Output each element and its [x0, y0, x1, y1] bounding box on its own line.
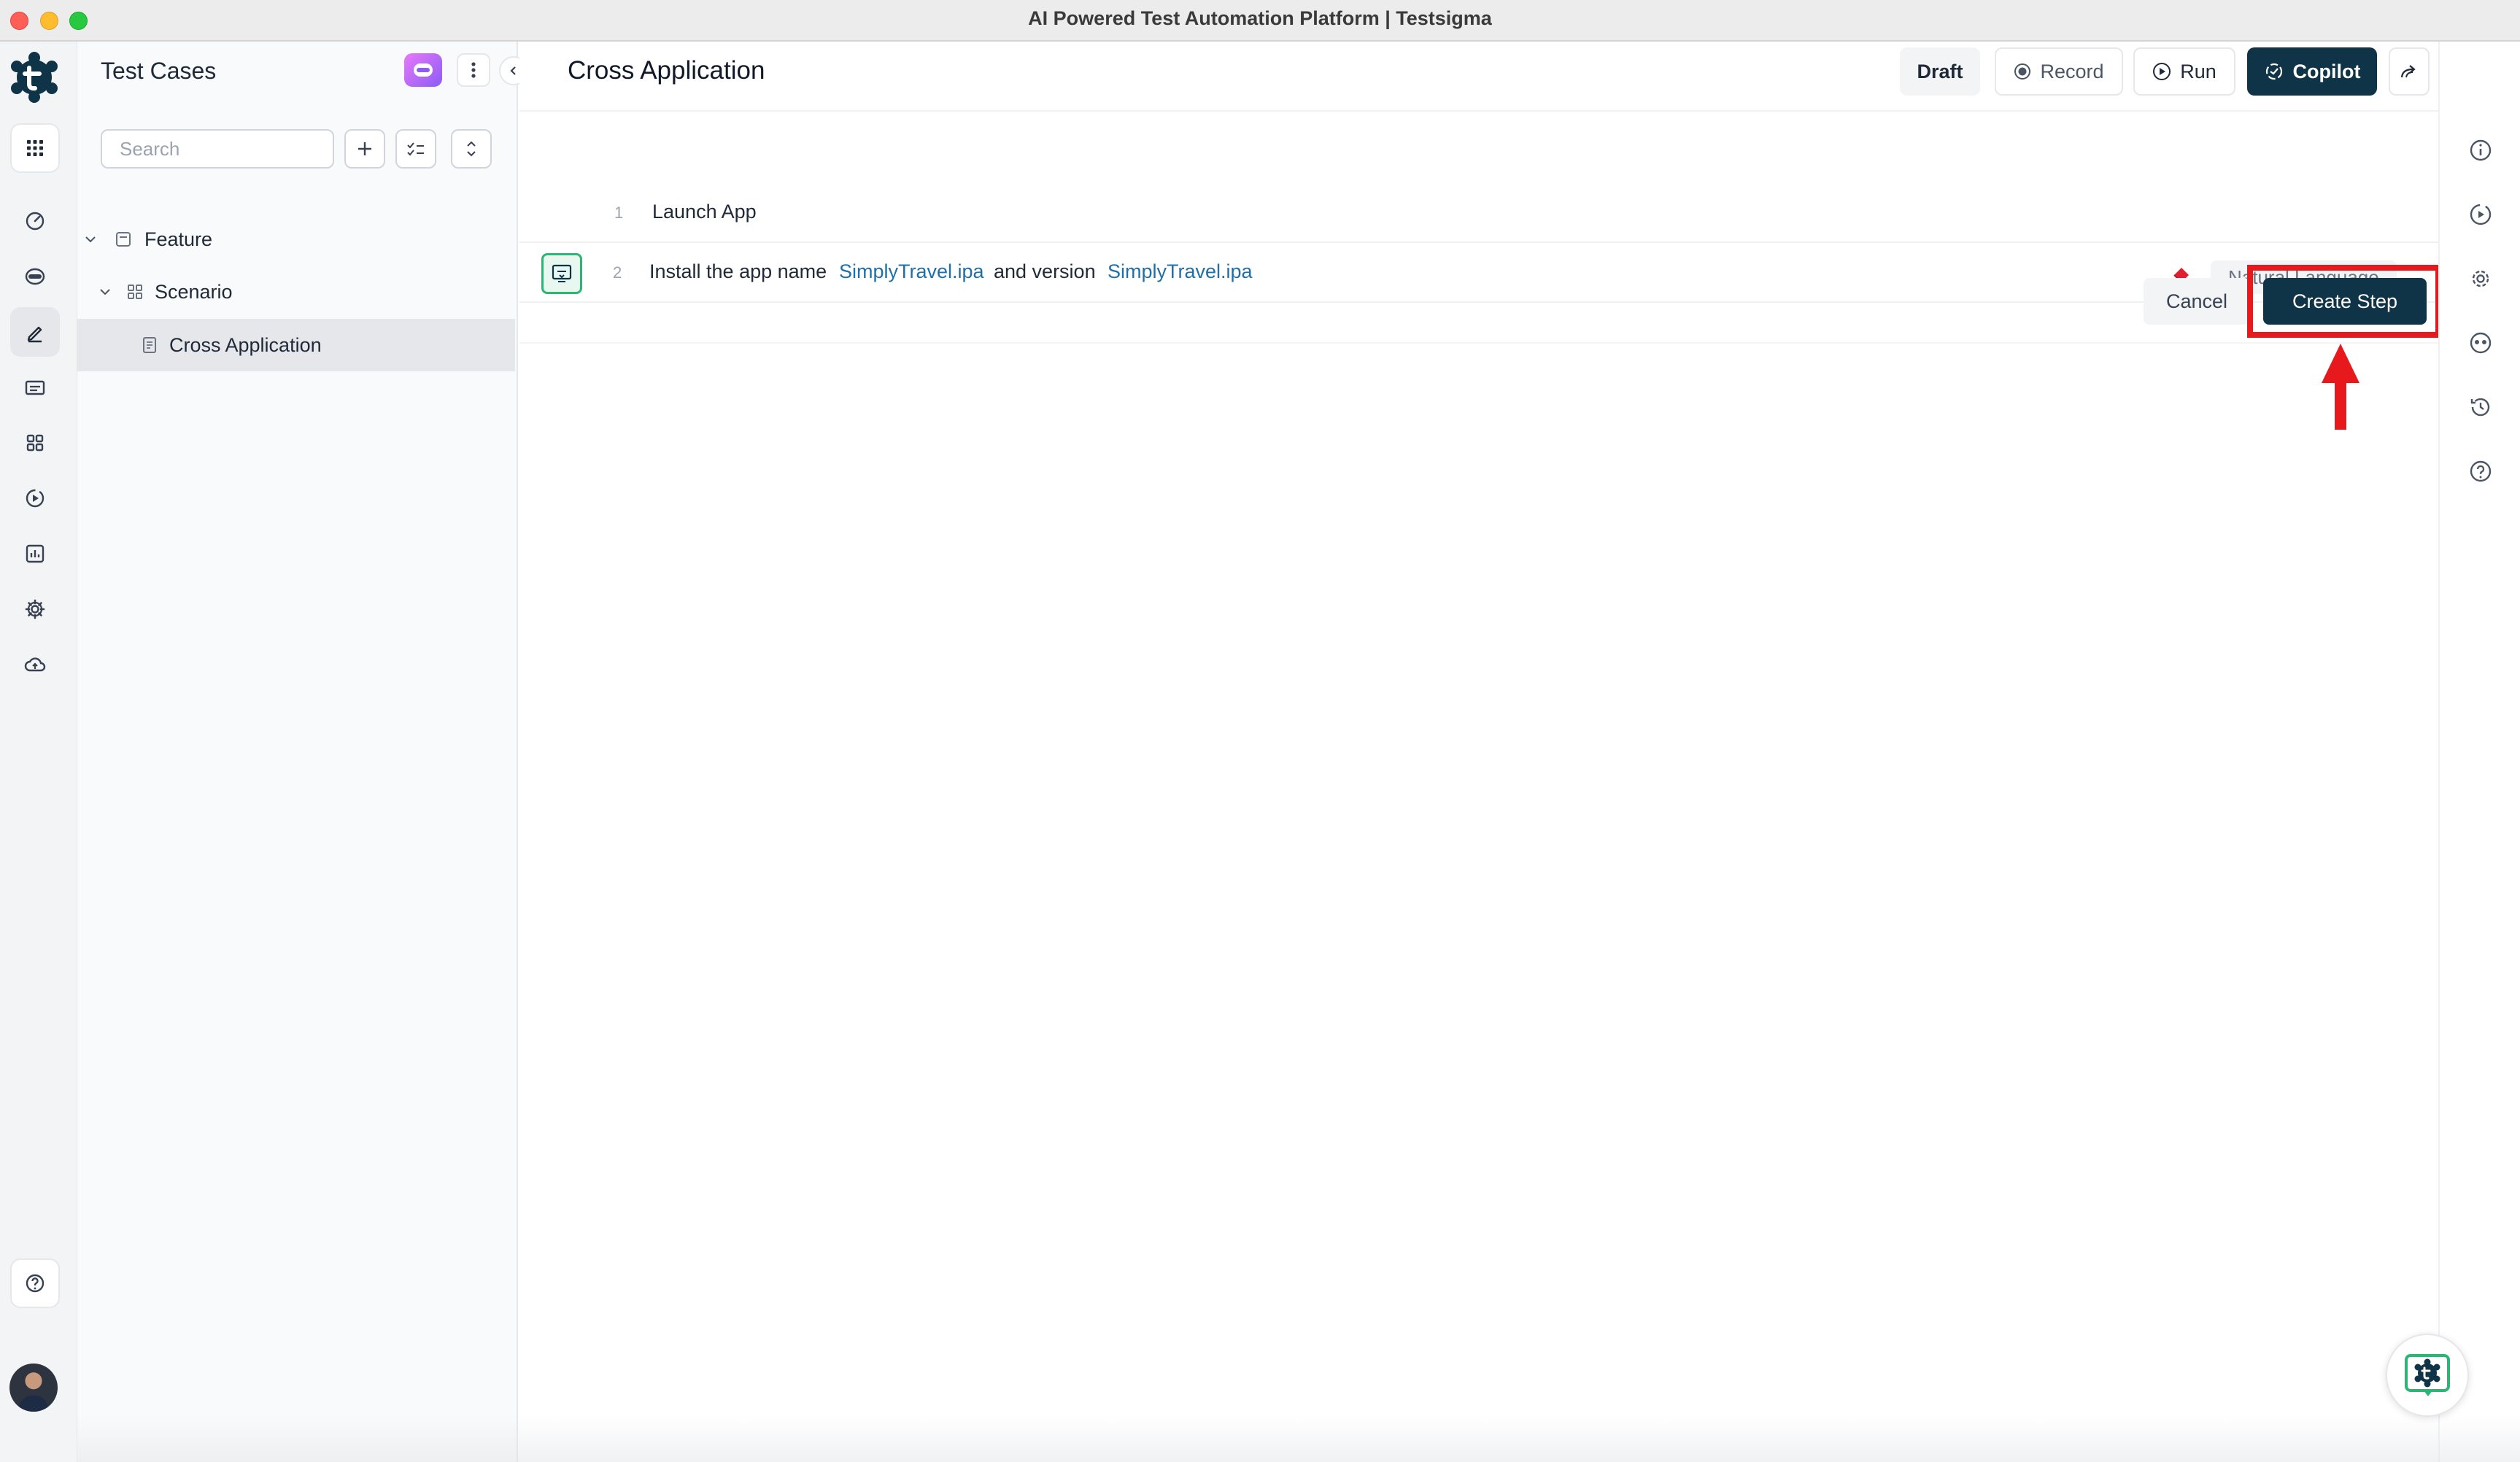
help-circle-icon: [26, 1274, 45, 1293]
test-case-editor: Cross Application Draft Record Run Copil…: [519, 42, 2488, 1462]
scenario-icon: [128, 285, 142, 299]
tree-item-label: Feature: [144, 228, 213, 250]
copilot-label: Copilot: [2292, 60, 2361, 82]
tree-item-label: Scenario: [155, 280, 233, 303]
nav-test-data[interactable]: [10, 363, 60, 412]
chevron-down-icon[interactable]: [98, 285, 112, 299]
play-icon: [2153, 63, 2171, 80]
monitor-step-icon: [552, 264, 572, 282]
nav-copilot[interactable]: [10, 252, 60, 301]
window-title: AI Powered Test Automation Platform | Te…: [1028, 7, 1492, 29]
annotation-up-arrow-icon: [2322, 344, 2359, 430]
run-label: Run: [2180, 60, 2216, 82]
section-divider: [519, 342, 2438, 344]
cloud-upload-icon: [24, 657, 46, 672]
feature-icon: [116, 232, 131, 247]
blocks-grid-icon: [26, 434, 44, 452]
nav-dashboard[interactable]: [10, 196, 60, 246]
step-number: 2: [613, 263, 622, 282]
copilot-robot-icon: [25, 268, 45, 285]
cancel-button[interactable]: Cancel: [2144, 278, 2250, 325]
test-data-version[interactable]: SimplyTravel.ipa: [1108, 260, 1253, 283]
chevron-up-down-icon: [467, 141, 476, 157]
expand-collapse-button[interactable]: [451, 129, 492, 169]
tree-item-feature[interactable]: Feature: [77, 213, 515, 266]
nav-reports[interactable]: [10, 529, 60, 579]
support-chat-button[interactable]: [2386, 1334, 2469, 1417]
more-vertical-icon: [471, 62, 476, 78]
select-mode-button[interactable]: [395, 129, 436, 169]
reports-chart-icon: [26, 544, 45, 563]
step-text-part: Install the app name: [649, 260, 827, 282]
play-circle-icon: [26, 489, 45, 508]
nav-settings[interactable]: [10, 584, 60, 634]
tree-item-cross-application[interactable]: Cross Application: [77, 319, 515, 371]
tree-item-scenario[interactable]: Scenario: [77, 266, 515, 318]
apps-grid-icon: [27, 140, 43, 156]
testsigma-logo-icon[interactable]: [7, 50, 61, 104]
settings-gear-icon[interactable]: [2467, 266, 2494, 292]
run-button[interactable]: Run: [2133, 47, 2235, 96]
draft-status-button[interactable]: Draft: [1900, 47, 1980, 96]
editor-header: Cross Application Draft Record Run Copil…: [519, 42, 2488, 112]
dashboard-gauge-icon: [26, 212, 45, 231]
run-history-play-icon[interactable]: [2467, 201, 2494, 228]
apps-grid-button[interactable]: [10, 123, 60, 173]
help-circle-icon[interactable]: [2467, 458, 2494, 484]
info-icon[interactable]: [2467, 137, 2494, 163]
ai-agent-icon[interactable]: [2467, 330, 2494, 356]
help-button[interactable]: [10, 1258, 60, 1308]
left-navigation-rail: [0, 42, 77, 1462]
step-text: Launch App: [652, 201, 757, 223]
record-label: Record: [2040, 60, 2104, 82]
add-test-case-button[interactable]: [344, 129, 385, 169]
testsigma-chat-icon: [2405, 1354, 2450, 1396]
right-tool-rail: [2438, 42, 2520, 1462]
history-clock-icon[interactable]: [2467, 394, 2494, 420]
pencil-edit-icon: [27, 326, 42, 343]
checklist-icon: [407, 142, 424, 156]
record-button[interactable]: Record: [1995, 47, 2123, 96]
copilot-button[interactable]: Copilot: [2247, 47, 2377, 96]
folder-icon: [25, 380, 45, 395]
copilot-icon: [2265, 63, 2282, 80]
search-input[interactable]: [101, 129, 334, 169]
plus-icon: [358, 142, 371, 155]
record-icon: [2014, 63, 2031, 80]
chevron-left-icon: [510, 66, 516, 75]
nav-runs[interactable]: [10, 473, 60, 523]
step-number: 1: [614, 204, 624, 222]
share-arrow-icon: [2400, 65, 2416, 78]
tree-item-label: Cross Application: [169, 333, 322, 356]
share-button[interactable]: [2389, 47, 2430, 96]
test-data-app-name[interactable]: SimplyTravel.ipa: [839, 260, 984, 283]
test-case-document-icon: [143, 337, 156, 353]
robot-face-icon: [414, 63, 433, 77]
window-titlebar: AI Powered Test Automation Platform | Te…: [0, 0, 2520, 42]
nav-uploads[interactable]: [10, 640, 60, 689]
panel-title: Test Cases: [101, 58, 217, 84]
nav-elements[interactable]: [10, 418, 60, 468]
create-step-button[interactable]: Create Step: [2263, 278, 2427, 325]
nav-test-development[interactable]: [10, 307, 60, 357]
user-avatar[interactable]: [9, 1364, 58, 1412]
test-cases-panel: Test Cases Search Feature Scenario Cross…: [77, 42, 528, 1462]
page-title: Cross Application: [568, 56, 765, 85]
settings-gear-icon: [25, 599, 45, 619]
step-type-button[interactable]: [541, 253, 582, 294]
copilot-assistant-button[interactable]: [404, 53, 442, 87]
step-text-part: and version: [994, 260, 1096, 282]
chevron-down-icon[interactable]: [83, 232, 98, 247]
panel-more-button[interactable]: [457, 53, 490, 87]
test-step-row[interactable]: 1 Launch App: [519, 144, 2438, 243]
